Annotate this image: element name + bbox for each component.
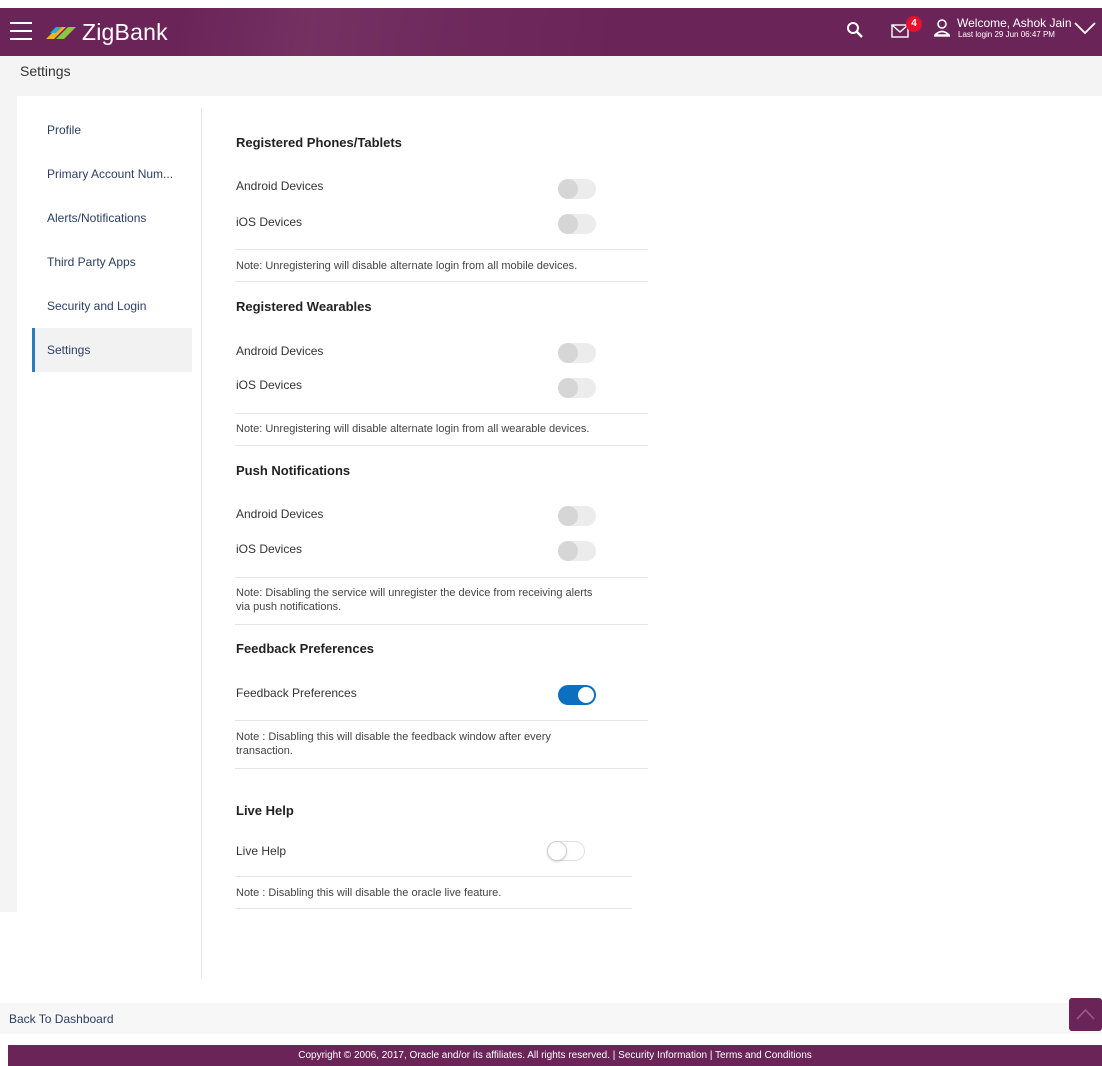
sidebar-item-primary-account[interactable]: Primary Account Num...: [32, 152, 192, 196]
title-bar: Settings: [0, 56, 1102, 88]
row-label-livehelp: Live Help: [236, 844, 287, 858]
divider: [235, 876, 632, 877]
divider: [235, 720, 648, 721]
welcome-text: Welcome, Ashok Jain: [957, 16, 1072, 30]
row-label-push-ios: iOS Devices: [236, 542, 303, 556]
toggle-wearables-android[interactable]: [558, 343, 596, 363]
section-title-push: Push Notifications: [236, 463, 351, 478]
note-feedback-line2: transaction.: [236, 745, 293, 757]
toggle-livehelp[interactable]: [547, 841, 585, 861]
section-title-phones: Registered Phones/Tablets: [236, 135, 402, 150]
toggle-feedback[interactable]: [558, 685, 596, 705]
sidebar-nav: Profile Primary Account Num... Alerts/No…: [32, 108, 192, 372]
divider: [235, 281, 648, 282]
row-label-phones-android: Android Devices: [236, 179, 324, 193]
divider: [235, 445, 648, 446]
section-title-wearables: Registered Wearables: [236, 299, 372, 314]
sidebar-item-alerts[interactable]: Alerts/Notifications: [32, 196, 192, 240]
back-to-dashboard-link[interactable]: Back To Dashboard: [9, 1012, 114, 1026]
brand-name: ZigBank: [82, 18, 168, 45]
sidebar-item-security-login[interactable]: Security and Login: [32, 284, 192, 328]
page-title: Settings: [20, 63, 71, 79]
header-decoration: [180, 8, 620, 56]
scroll-to-top-button[interactable]: [1069, 998, 1102, 1031]
divider: [235, 908, 632, 909]
row-label-feedback: Feedback Preferences: [236, 686, 357, 700]
sidebar-item-third-party-apps[interactable]: Third Party Apps: [32, 240, 192, 284]
row-label-push-android: Android Devices: [236, 507, 324, 521]
welcome-info[interactable]: Welcome, Ashok Jain Last login 29 Jun 06…: [957, 17, 1072, 40]
sidebar-divider: [201, 108, 202, 978]
divider: [235, 577, 648, 578]
chevron-up-icon: [1076, 1008, 1095, 1020]
brand-logo[interactable]: ZigBank: [44, 18, 168, 46]
search-icon[interactable]: [846, 21, 864, 39]
row-label-phones-ios: iOS Devices: [236, 215, 303, 229]
sidebar-item-settings[interactable]: Settings: [32, 328, 192, 372]
row-label-wearables-ios: iOS Devices: [236, 378, 303, 392]
last-login-text: Last login 29 Jun 06:47 PM: [958, 30, 1055, 39]
toggle-push-android[interactable]: [558, 506, 596, 526]
divider: [235, 413, 648, 414]
divider: [235, 624, 648, 625]
menu-icon[interactable]: [10, 22, 32, 40]
row-label-wearables-android: Android Devices: [236, 344, 324, 358]
sidebar-item-profile[interactable]: Profile: [32, 108, 192, 152]
toggle-push-ios[interactable]: [558, 541, 596, 561]
back-strip: [0, 1003, 1102, 1034]
chevron-down-icon[interactable]: [1074, 22, 1096, 34]
divider: [235, 768, 648, 769]
toggle-phones-ios[interactable]: [558, 214, 596, 234]
footer-copyright: Copyright © 2006, 2017, Oracle and/or it…: [8, 1045, 1102, 1066]
notification-badge: 4: [906, 16, 922, 32]
note-wearables: Note: Unregistering will disable alterna…: [236, 423, 590, 435]
toggle-phones-android[interactable]: [558, 179, 596, 199]
note-push-line2: via push notifications.: [236, 601, 342, 613]
section-title-feedback: Feedback Preferences: [236, 641, 375, 656]
user-icon[interactable]: [934, 19, 950, 37]
zigbank-logo-icon: [46, 27, 76, 39]
divider: [235, 249, 648, 250]
note-phones: Note: Unregistering will disable alterna…: [236, 260, 578, 272]
section-title-livehelp: Live Help: [236, 803, 294, 818]
note-feedback-line1: Note : Disabling this will disable the f…: [236, 731, 551, 743]
note-push-line1: Note: Disabling the service will unregis…: [236, 587, 593, 599]
note-livehelp: Note : Disabling this will disable the o…: [236, 887, 502, 899]
toggle-wearables-ios[interactable]: [558, 378, 596, 398]
